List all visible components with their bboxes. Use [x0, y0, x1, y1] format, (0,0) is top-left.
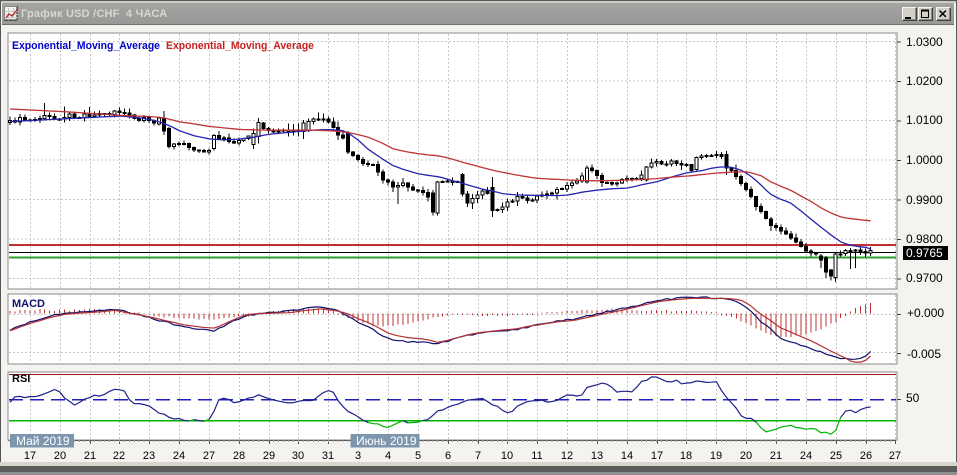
svg-text:22: 22	[113, 450, 125, 462]
svg-text:12: 12	[561, 450, 573, 462]
svg-text:21: 21	[770, 450, 782, 462]
svg-text:20: 20	[740, 450, 752, 462]
svg-text:28: 28	[233, 450, 245, 462]
svg-text:0.9700: 0.9700	[906, 271, 943, 285]
svg-text:27: 27	[889, 450, 901, 462]
svg-text:29: 29	[263, 450, 275, 462]
svg-text:1.0000: 1.0000	[906, 153, 943, 167]
svg-text:5: 5	[415, 450, 421, 462]
svg-text:21: 21	[84, 450, 96, 462]
svg-text:0.9765: 0.9765	[906, 246, 943, 260]
svg-text:1.0200: 1.0200	[906, 74, 943, 88]
svg-text:MACD: MACD	[12, 298, 45, 310]
svg-text:10: 10	[501, 450, 513, 462]
svg-text:50: 50	[906, 391, 920, 405]
svg-text:31: 31	[322, 450, 334, 462]
svg-text:+0.000: +0.000	[907, 306, 944, 320]
svg-text:24: 24	[800, 450, 812, 462]
svg-text:-0.005: -0.005	[907, 347, 941, 361]
svg-text:11: 11	[531, 450, 542, 462]
svg-text:27: 27	[203, 450, 215, 462]
svg-text:7: 7	[475, 450, 481, 462]
svg-text:Exponential_Moving_Average: Exponential_Moving_Average	[12, 40, 160, 52]
svg-text:24: 24	[173, 450, 185, 462]
svg-text:Июнь 2019: Июнь 2019	[356, 434, 417, 448]
svg-text:26: 26	[860, 450, 872, 462]
svg-text:1.0300: 1.0300	[906, 35, 943, 49]
svg-text:Май 2019: Май 2019	[16, 434, 70, 448]
svg-text:18: 18	[680, 450, 692, 462]
svg-text:19: 19	[710, 450, 722, 462]
svg-text:17: 17	[651, 450, 663, 462]
svg-text:4: 4	[385, 450, 391, 462]
svg-text:1.0100: 1.0100	[906, 113, 943, 127]
svg-text:23: 23	[143, 450, 155, 462]
svg-text:17: 17	[24, 450, 36, 462]
svg-text:30: 30	[292, 450, 304, 462]
svg-text:6: 6	[445, 450, 451, 462]
svg-text:3: 3	[355, 450, 361, 462]
svg-text:20: 20	[54, 450, 66, 462]
svg-text:RSI: RSI	[12, 373, 30, 385]
svg-text:13: 13	[591, 450, 603, 462]
svg-text:25: 25	[830, 450, 842, 462]
svg-text:0.9800: 0.9800	[906, 232, 943, 246]
svg-text:14: 14	[621, 450, 633, 462]
svg-text:Exponential_Moving_Average: Exponential_Moving_Average	[166, 40, 314, 52]
svg-text:0.9900: 0.9900	[906, 193, 943, 207]
